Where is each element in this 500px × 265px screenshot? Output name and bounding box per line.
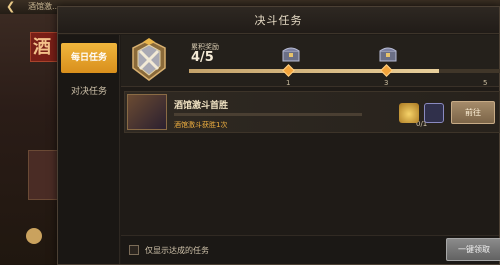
modal-footer: 仅显示达成的任务 一键领取 — [121, 235, 500, 264]
task-description: 酒馆激斗获胜1次 — [174, 121, 228, 129]
milestone-marker — [282, 64, 295, 77]
background-sign: 酒 — [30, 32, 58, 62]
task-tabs: 每日任务 对决任务 — [58, 35, 120, 264]
claim-all-button[interactable]: 一键领取 — [446, 238, 500, 261]
go-button[interactable]: 前往 — [451, 101, 495, 124]
duel-tasks-modal: 决斗任务 每日任务 对决任务 累积奖励 4/5 1 3 5 酒馆激斗首胜 酒馆激… — [57, 6, 500, 265]
reward-chest-icon[interactable] — [281, 45, 301, 63]
background-coin-icon — [26, 228, 42, 244]
modal-header: 决斗任务 — [58, 7, 499, 34]
background-sign-text: 酒 — [33, 37, 51, 58]
tab-daily-tasks[interactable]: 每日任务 — [61, 43, 117, 73]
task-row: 酒馆激斗首胜 酒馆激斗获胜1次 0/1 前往 — [124, 91, 500, 133]
tavern-brawl-task-image — [127, 94, 167, 130]
reward-chest-icon[interactable] — [378, 45, 398, 63]
crossed-swords-medal-icon — [132, 38, 166, 81]
cumulative-reward-panel: 累积奖励 4/5 1 3 5 — [121, 35, 500, 87]
milestone-label: 1 — [286, 79, 291, 87]
show-completed-label: 仅显示达成的任务 — [145, 246, 209, 255]
background-portrait — [28, 150, 58, 200]
milestone-label: 3 — [384, 79, 389, 87]
show-completed-checkbox[interactable] — [129, 245, 139, 255]
cumulative-reward-count: 4/5 — [191, 50, 214, 65]
milestone-marker — [380, 64, 393, 77]
background-title: 酒馆激... — [28, 2, 60, 11]
milestone-label: 5 — [483, 79, 488, 87]
tab-duel-tasks[interactable]: 对决任务 — [61, 77, 117, 107]
modal-title: 决斗任务 — [254, 14, 303, 27]
task-name: 酒馆激斗首胜 — [174, 101, 229, 111]
back-arrow-icon[interactable]: ❮ — [6, 1, 18, 13]
gold-coins-icon — [399, 103, 419, 123]
dice-icon — [424, 103, 444, 123]
task-progress-bar — [174, 113, 362, 116]
reward-progress-track — [189, 69, 500, 73]
reward-progress-fill — [189, 69, 439, 73]
